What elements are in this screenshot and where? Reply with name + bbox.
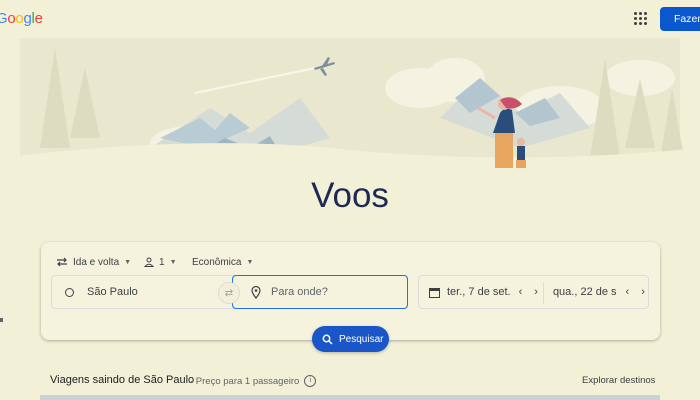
chevron-left-icon[interactable]: ‹ xyxy=(626,286,630,298)
apps-grid-icon[interactable] xyxy=(633,11,649,27)
destinations-map-preview[interactable] xyxy=(40,395,660,400)
hero-illustration xyxy=(0,38,700,188)
logo-letter: o xyxy=(7,10,16,27)
section-subtitle: · Preço para 1 passageiro i xyxy=(190,375,317,387)
swap-icon[interactable]: ⇄ xyxy=(218,282,240,304)
flight-search-card: Ida e volta ▼ 1 ▼ Econômica ▼ São Paulo … xyxy=(41,242,660,352)
search-icon xyxy=(322,334,333,345)
search-button-label: Pesquisar xyxy=(339,333,384,345)
chevron-left-icon[interactable]: ‹ xyxy=(519,286,523,298)
date-divider xyxy=(543,282,544,304)
page-title: Voos xyxy=(311,176,389,215)
person-icon xyxy=(144,257,154,267)
chevron-right-icon[interactable]: › xyxy=(641,286,645,298)
google-logo[interactable]: Google xyxy=(0,10,43,27)
price-note: · Preço para 1 passageiro xyxy=(190,375,300,387)
destination-placeholder: Para onde? xyxy=(271,286,328,298)
search-button[interactable]: Pesquisar xyxy=(312,326,389,352)
cabin-class-label: Econômica xyxy=(192,256,242,268)
logo-letter: e xyxy=(34,10,43,27)
logo-letter: o xyxy=(15,10,24,27)
trip-type-select[interactable]: Ida e volta ▼ xyxy=(56,254,131,270)
destination-field[interactable]: Para onde? xyxy=(232,275,408,309)
date-range-field[interactable]: ter., 7 de set. ‹ › qua., 22 de s ‹ › xyxy=(418,275,649,309)
return-date[interactable]: qua., 22 de s xyxy=(553,286,617,298)
chevron-down-icon: ▼ xyxy=(169,258,177,266)
origin-circle-icon xyxy=(65,287,74,297)
passengers-select[interactable]: 1 ▼ xyxy=(144,254,177,270)
calendar-icon xyxy=(429,287,440,298)
explore-destinations-link[interactable]: Explorar destinos xyxy=(582,375,655,386)
chevron-down-icon: ▼ xyxy=(124,258,132,266)
passengers-count: 1 xyxy=(159,256,165,268)
logo-letter: G xyxy=(0,10,8,27)
nav-rail-marker[interactable] xyxy=(0,318,3,322)
chevron-down-icon: ▼ xyxy=(246,258,254,266)
trip-type-label: Ida e volta xyxy=(73,256,120,268)
section-title: Viagens saindo de São Paulo xyxy=(50,374,195,386)
login-button[interactable]: Fazer xyxy=(660,7,700,31)
location-pin-icon xyxy=(251,285,261,299)
round-trip-icon xyxy=(57,257,67,267)
logo-letter: g xyxy=(23,10,32,27)
top-bar: Google Fazer xyxy=(0,0,700,38)
cabin-class-select[interactable]: Econômica ▼ xyxy=(192,254,253,270)
depart-date[interactable]: ter., 7 de set. xyxy=(447,286,511,298)
info-icon[interactable]: i xyxy=(304,375,317,387)
origin-value: São Paulo xyxy=(87,286,138,298)
chevron-right-icon[interactable]: › xyxy=(534,286,538,298)
